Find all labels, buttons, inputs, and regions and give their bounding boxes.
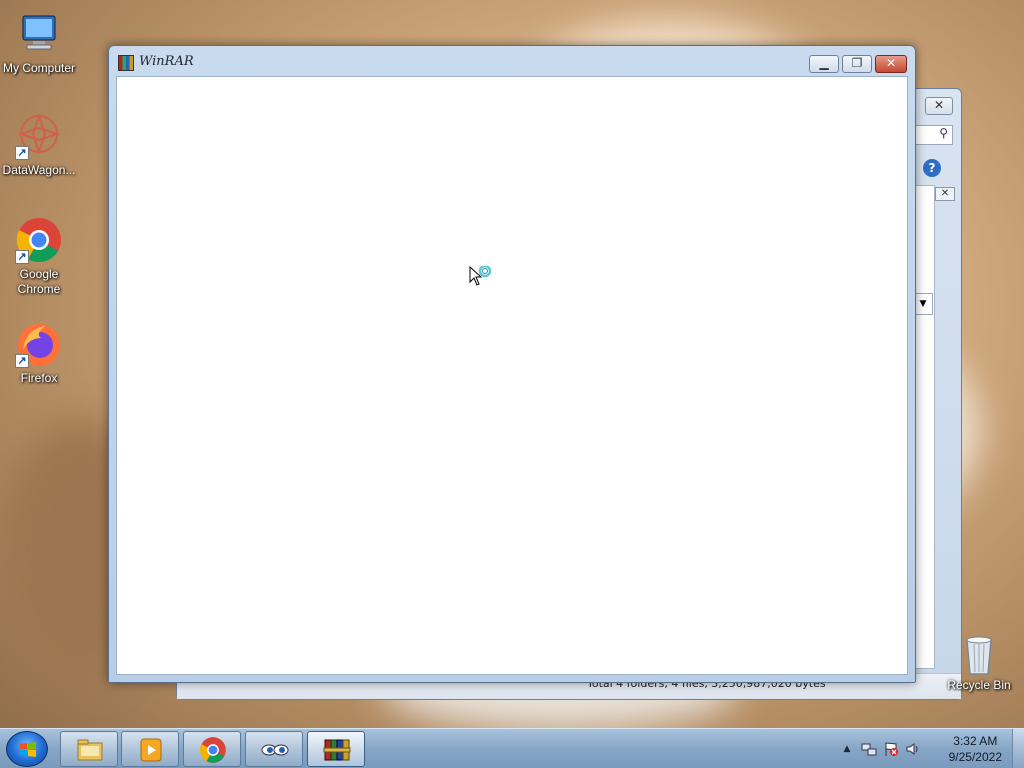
busy-cursor-icon — [469, 264, 497, 294]
desktop-icon-label: My Computer — [2, 61, 76, 75]
eyes-icon — [261, 744, 289, 756]
taskbar-clock[interactable]: 3:32 AM 9/25/2022 — [949, 733, 1002, 765]
desktop-icon-datawagon[interactable]: ↗ DataWagon... — [0, 112, 78, 178]
taskbar-button-chrome[interactable] — [183, 731, 241, 767]
action-center-flag-icon[interactable] — [883, 741, 899, 757]
taskbar-button-media-player[interactable] — [121, 731, 179, 767]
window-title: WinRAR — [139, 54, 194, 69]
winrar-window[interactable]: WinRAR ▁ ❐ ✕ — [108, 45, 916, 683]
windows-logo-icon — [20, 742, 36, 757]
window-client-area[interactable] — [116, 76, 908, 675]
show-hidden-icons-button[interactable]: ▲ — [839, 741, 855, 757]
datawagon-icon: ↗ — [15, 112, 63, 160]
desktop-icon-recycle-bin[interactable]: Recycle Bin — [940, 632, 1018, 692]
desktop-icon-label: DataWagon... — [2, 163, 76, 177]
system-tray: ▲ 3:32 AM 9/25/2022 — [839, 729, 1024, 768]
folder-icon — [77, 739, 103, 761]
desktop-icon-label: Recycle Bin — [947, 678, 1011, 692]
desktop-icon-my-computer[interactable]: My Computer — [0, 10, 78, 76]
shortcut-arrow-icon: ↗ — [15, 354, 29, 368]
chrome-icon — [199, 737, 226, 763]
start-button[interactable] — [6, 731, 48, 767]
shortcut-arrow-icon: ↗ — [15, 146, 29, 160]
desktop-icon-label: Firefox — [20, 371, 58, 385]
search-icon[interactable]: ⚲ — [913, 125, 953, 145]
desktop-icon-firefox[interactable]: ↗ Firefox — [0, 320, 78, 386]
clock-time: 3:32 AM — [953, 734, 998, 748]
taskbar-button-winrar[interactable] — [307, 731, 365, 767]
help-icon[interactable]: ? — [923, 159, 941, 177]
shortcut-arrow-icon: ↗ — [15, 250, 29, 264]
show-desktop-button[interactable] — [1012, 729, 1024, 768]
minimize-button[interactable]: ▁ — [809, 55, 839, 73]
chrome-icon: ↗ — [15, 216, 63, 264]
chevron-down-icon[interactable]: ▼ — [913, 293, 933, 315]
volume-icon[interactable] — [905, 741, 921, 757]
winrar-icon — [323, 739, 351, 761]
network-icon[interactable] — [861, 741, 877, 757]
clock-date: 9/25/2022 — [948, 750, 1002, 764]
desktop-icon-label: Google Chrome — [17, 267, 61, 296]
background-window-close-button[interactable]: ✕ — [925, 97, 953, 115]
recycle-bin-icon — [959, 632, 999, 676]
taskbar: ▲ 3:32 AM 9/25/2022 — [0, 728, 1024, 768]
taskbar-button-explorer[interactable] — [60, 731, 118, 767]
computer-icon — [15, 10, 63, 58]
media-player-icon — [140, 738, 162, 762]
maximize-button[interactable]: ❐ — [842, 55, 872, 73]
taskbar-button-eyes[interactable] — [245, 731, 303, 767]
background-dialog-close-button[interactable]: ✕ — [935, 187, 955, 201]
desktop-icon-google-chrome[interactable]: ↗ Google Chrome — [0, 216, 78, 297]
winrar-icon — [118, 55, 134, 71]
title-bar[interactable]: WinRAR ▁ ❐ ✕ — [109, 46, 915, 76]
firefox-icon: ↗ — [15, 320, 63, 368]
close-button[interactable]: ✕ — [875, 55, 907, 73]
